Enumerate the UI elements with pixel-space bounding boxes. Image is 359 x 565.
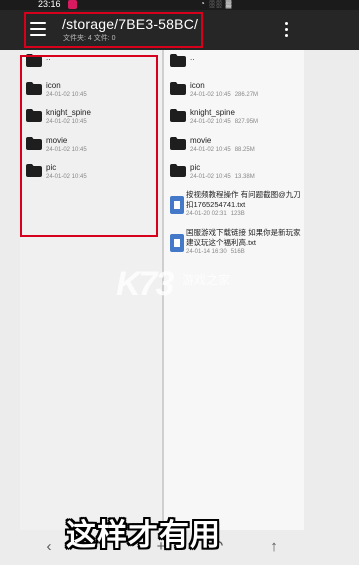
folder-icon (170, 54, 186, 72)
file-row[interactable]: 国服游戏下载链接 如果你是新玩家建议玩这个福利高.txt 24-01-14 16… (164, 226, 304, 264)
watermark-logo: K73 (116, 265, 174, 303)
folder-date: 24-01-02 10:45 (190, 119, 231, 125)
folder-size: 88.25M (234, 146, 255, 153)
back-icon[interactable]: ‹ (40, 538, 58, 556)
file-size: 123B (230, 210, 245, 217)
file-name: 按视频教程操作 有问题截图@九刀扣1765254741.txt (186, 189, 301, 209)
file-date: 24-01-20 02:31 (186, 210, 227, 217)
folder-date: 24-01-02 10:45 (190, 146, 231, 153)
folder-icon (26, 164, 42, 182)
folder-icon (170, 136, 186, 155)
folder-row[interactable]: knight_spine 24-01-02 10:45 827.95M (164, 105, 304, 133)
right-pane: .. icon 24-01-02 10:45 286.27M knight_spi… (164, 50, 304, 530)
status-bar: 23:16 ◔ ░░ ▓ (0, 0, 359, 10)
folder-name: knight_spine (190, 108, 235, 117)
folder-row[interactable]: icon 24-01-02 10:45 286.27M (164, 78, 304, 106)
folder-meta: 24-01-02 10:45 88.25M (190, 147, 255, 153)
folder-name: knight_spine (46, 108, 91, 117)
folder-icon (170, 164, 186, 182)
folder-meta: 24-01-02 10:45 827.95M (190, 119, 258, 125)
folder-meta: 24-01-02 10:45 13.38M (190, 174, 255, 180)
folder-row[interactable]: knight_spine 24-01-02 10:45 (20, 105, 162, 133)
parent-dir-label: .. (190, 53, 195, 62)
folder-name: icon (46, 80, 61, 90)
folder-icon (170, 109, 186, 127)
parent-dir-label: .. (46, 53, 51, 62)
folder-date: 24-01-02 10:45 (190, 174, 231, 180)
app-bar: /storage/7BE3-58BC/ 文件夹: 4 文件: 0 (0, 10, 359, 50)
folder-name: pic (190, 163, 201, 172)
up-icon[interactable]: ↑ (265, 538, 283, 556)
parent-dir-row[interactable]: .. (20, 50, 162, 78)
folder-name: icon (190, 80, 205, 90)
folder-date: 24-01-02 10:45 (190, 91, 231, 98)
folder-name: pic (46, 163, 57, 172)
parent-dir-row[interactable]: .. (164, 50, 304, 78)
folder-name: movie (46, 135, 68, 145)
system-status-icons: ◔ ░░ ▓ (200, 0, 233, 8)
folder-meta: 24-01-02 10:45 (46, 174, 87, 180)
folder-meta: 24-01-02 10:45 (46, 119, 87, 125)
folder-row[interactable]: movie 24-01-02 10:45 88.25M (164, 133, 304, 161)
file-name: 国服游戏下载链接 如果你是新玩家建议玩这个福利高.txt (186, 227, 301, 247)
folder-meta: 24-01-02 10:45 286.27M (190, 92, 258, 98)
file-meta: 24-01-14 16:30 516B (186, 249, 245, 255)
folder-row[interactable]: pic 24-01-02 10:45 (20, 160, 162, 188)
file-row[interactable]: 按视频教程操作 有问题截图@九刀扣1765254741.txt 24-01-20… (164, 188, 304, 226)
more-vert-icon[interactable] (280, 20, 294, 40)
folder-date: 24-01-02 10:45 (46, 174, 87, 180)
status-time: 23:16 (38, 0, 61, 9)
folder-meta: 24-01-02 10:45 (46, 92, 87, 98)
file-meta: 24-01-20 02:31 123B (186, 211, 245, 217)
menu-icon[interactable] (30, 22, 46, 36)
folder-row[interactable]: icon 24-01-02 10:45 (20, 78, 162, 106)
folder-file-counts: 文件夹: 4 文件: 0 (63, 35, 116, 42)
folder-size: 13.38M (234, 174, 255, 180)
file-size: 516B (230, 248, 245, 255)
file-date: 24-01-14 16:30 (186, 248, 227, 255)
folder-icon (26, 109, 42, 127)
folder-size: 286.27M (234, 91, 259, 98)
watermark-text: 游戏之家 (182, 273, 231, 287)
current-path: /storage/7BE3-58BC/ (62, 16, 199, 32)
folder-icon (26, 81, 42, 100)
text-file-icon (170, 233, 184, 252)
folder-size: 827.95M (234, 119, 259, 125)
folder-name: movie (190, 135, 212, 145)
folder-meta: 24-01-02 10:45 (46, 147, 87, 153)
folder-date: 24-01-02 10:45 (46, 91, 87, 98)
video-caption: 这样才有用 (66, 519, 221, 552)
folder-icon (170, 81, 186, 100)
folder-icon (26, 136, 42, 155)
notification-icon (68, 0, 77, 9)
folder-date: 24-01-02 10:45 (46, 119, 87, 125)
text-file-icon (170, 195, 184, 214)
folder-icon (26, 54, 42, 72)
folder-row[interactable]: pic 24-01-02 10:45 13.38M (164, 160, 304, 188)
folder-row[interactable]: movie 24-01-02 10:45 (20, 133, 162, 161)
folder-date: 24-01-02 10:45 (46, 146, 87, 153)
